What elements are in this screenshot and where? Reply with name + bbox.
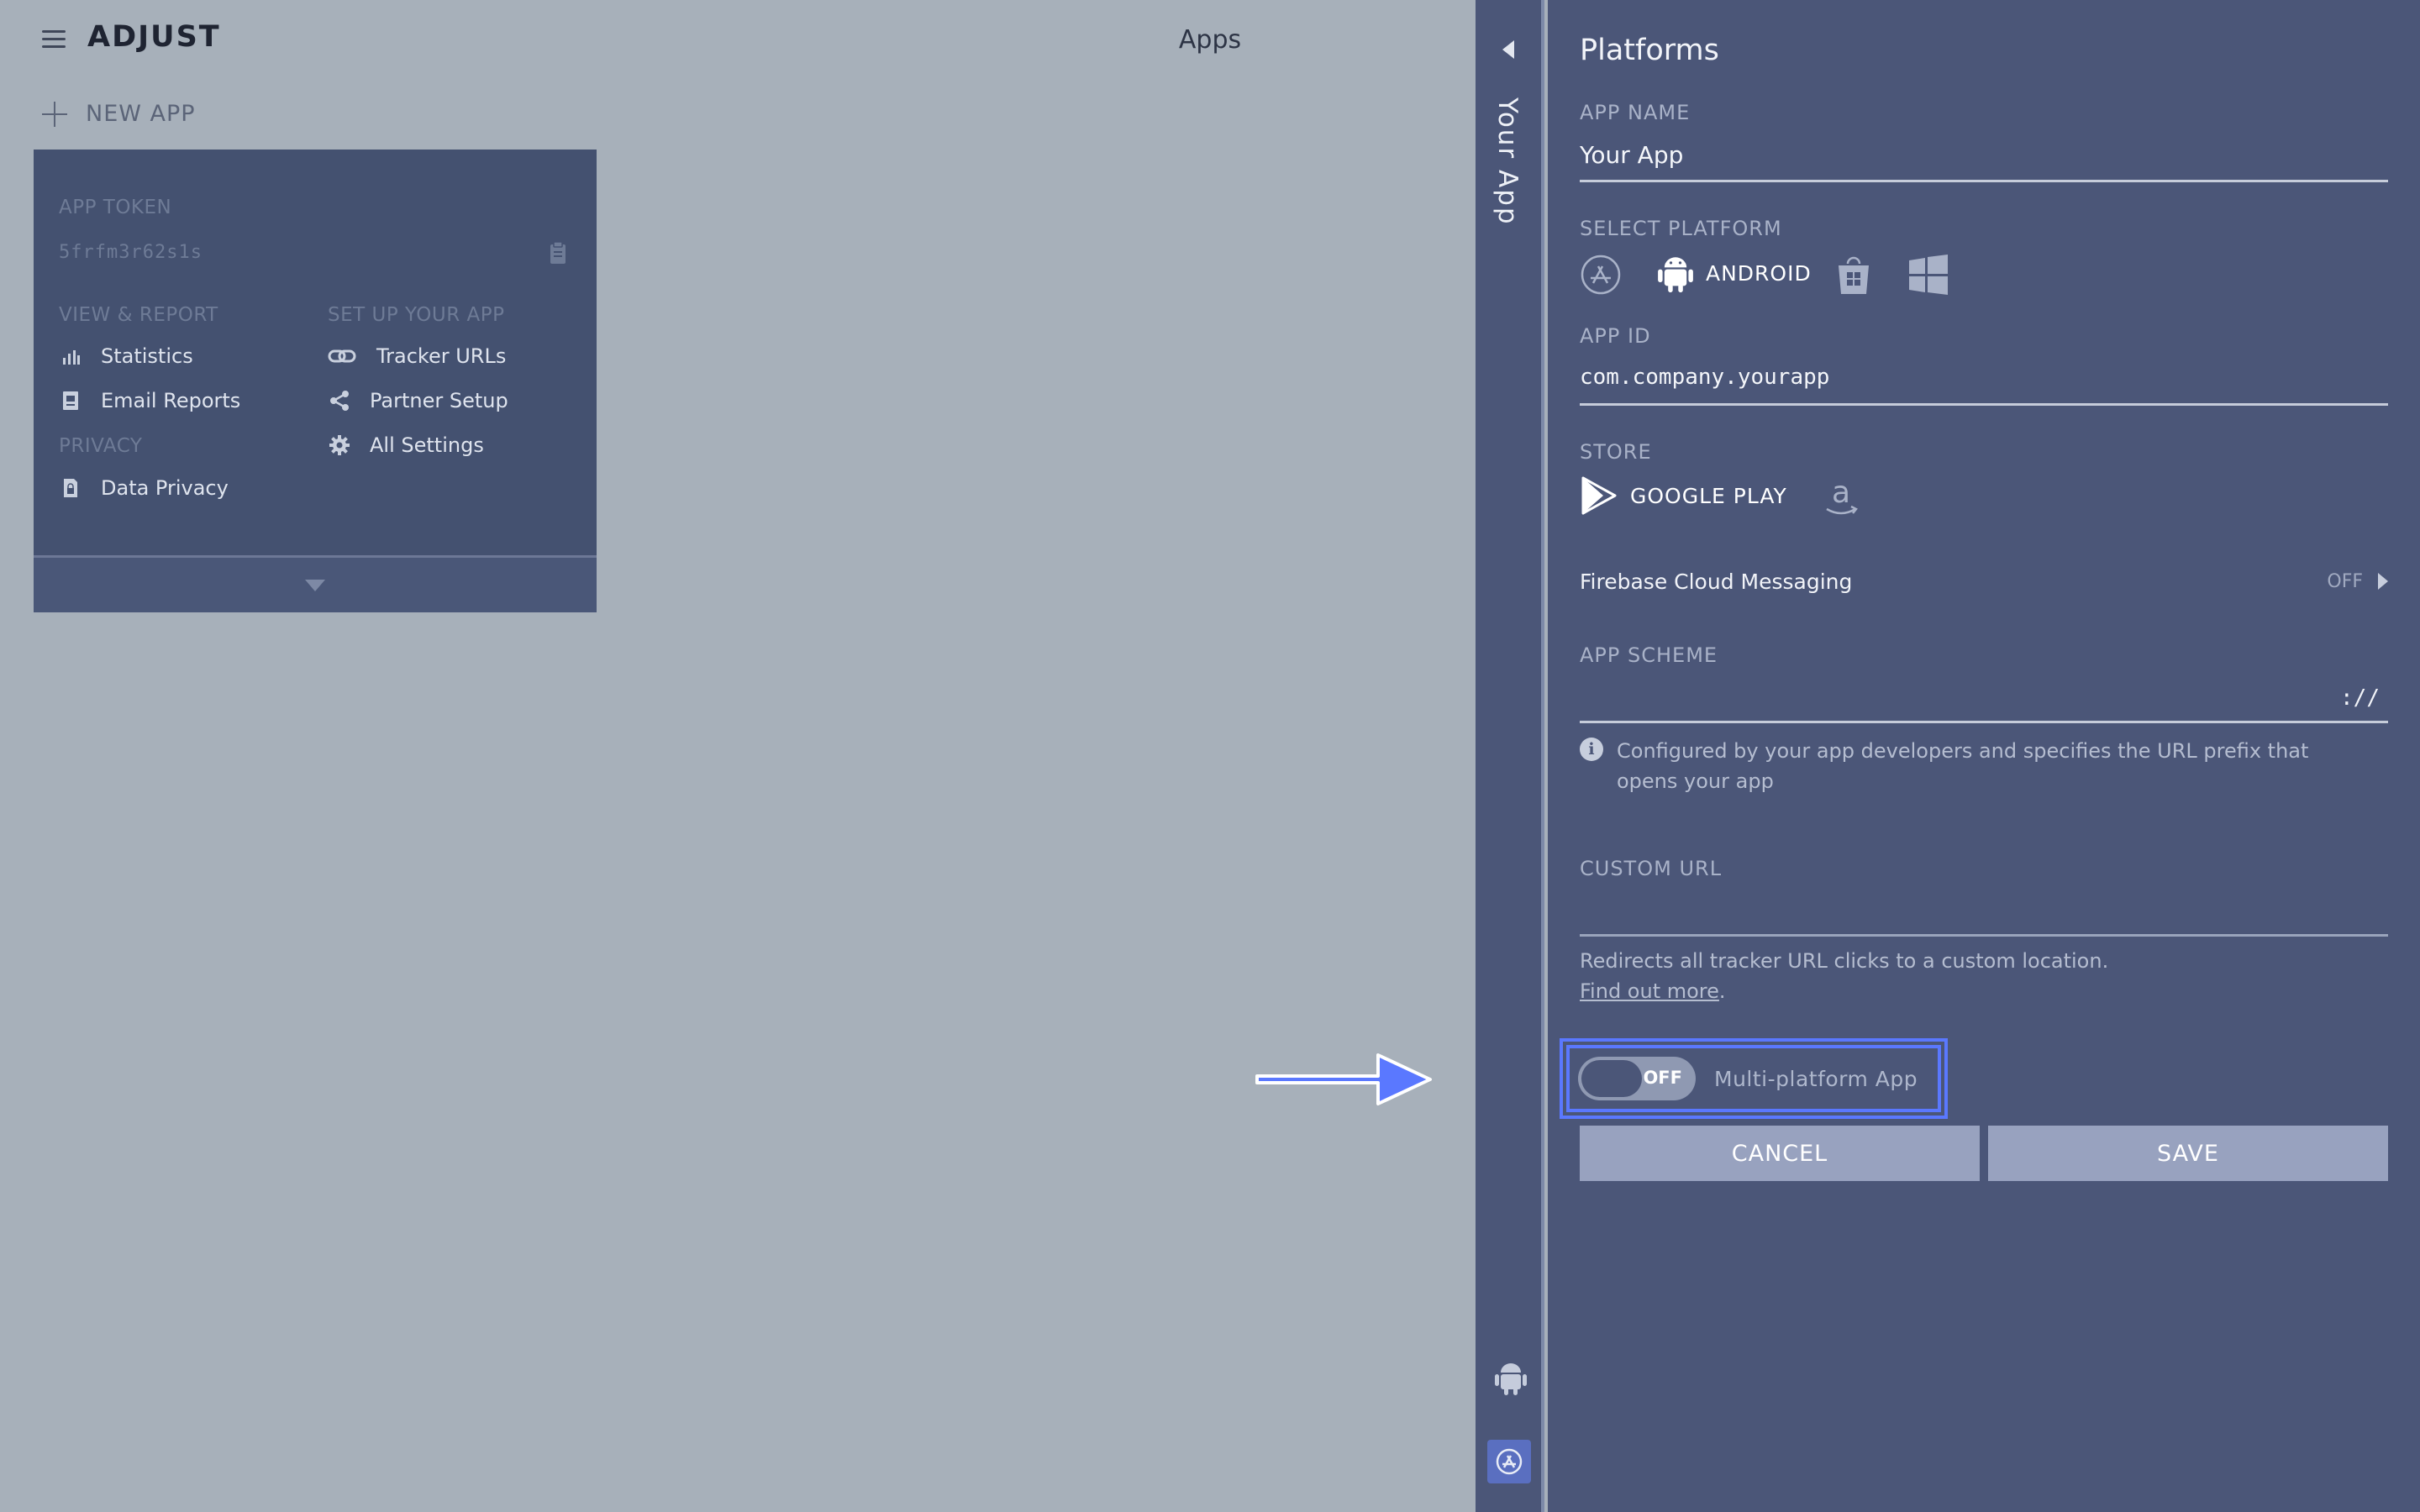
expand-card-button[interactable] xyxy=(34,555,597,612)
hamburger-menu-icon[interactable] xyxy=(42,29,66,49)
partner-setup-label: Partner Setup xyxy=(370,389,508,412)
app-scheme-label: APP SCHEME xyxy=(1580,643,1718,667)
app-name-input[interactable]: Your App xyxy=(1580,141,1683,169)
document-lock-icon xyxy=(59,476,82,500)
panel-title: Platforms xyxy=(1580,34,1719,67)
info-icon: i xyxy=(1580,738,1603,761)
tracker-urls-label: Tracker URLs xyxy=(376,344,507,368)
report-icon xyxy=(59,389,82,412)
app-store-icon xyxy=(1496,1448,1523,1475)
store-label: STORE xyxy=(1580,440,1652,464)
page-title: Apps xyxy=(1178,25,1242,55)
bar-chart-icon xyxy=(59,344,82,368)
app-scheme-info-text: Configured by your app developers and sp… xyxy=(1617,739,2309,793)
save-button[interactable]: SAVE xyxy=(1988,1126,2388,1181)
app-id-input[interactable]: com.company.yourapp xyxy=(1580,365,1829,390)
ios-platform-icon[interactable] xyxy=(1580,254,1622,296)
android-platform-label: ANDROID xyxy=(1706,260,1812,286)
annotation-arrow xyxy=(1255,1053,1432,1105)
cancel-button[interactable]: CANCEL xyxy=(1580,1126,1980,1181)
chevron-down-icon xyxy=(305,580,325,591)
statistics-link[interactable]: Statistics xyxy=(59,344,193,368)
app-store-rail-button[interactable] xyxy=(1487,1440,1531,1483)
all-settings-link[interactable]: All Settings xyxy=(328,433,484,457)
toggle-knob xyxy=(1581,1060,1642,1097)
app-id-underline xyxy=(1580,403,2388,406)
clipboard-icon[interactable] xyxy=(548,240,568,265)
share-nodes-icon xyxy=(328,389,351,412)
rail-app-title: Your App xyxy=(1492,97,1523,226)
find-out-more-link[interactable]: Find out more xyxy=(1580,979,1719,1003)
custom-url-help: Redirects all tracker URL clicks to a cu… xyxy=(1580,946,2388,1006)
windows-icon[interactable] xyxy=(1907,254,1949,296)
gear-icon xyxy=(328,433,351,457)
app-scheme-suffix: :// xyxy=(2340,685,2380,711)
custom-url-input[interactable] xyxy=(1580,892,2388,934)
link-chain-icon xyxy=(328,344,358,368)
view-report-label: VIEW & REPORT xyxy=(59,304,218,326)
app-token-value: 5frfm3r62s1s xyxy=(59,242,203,263)
platforms-panel: Platforms APP NAME Your App SELECT PLATF… xyxy=(1548,0,2420,1512)
app-id-label: APP ID xyxy=(1580,324,1651,348)
plus-icon xyxy=(42,101,67,127)
multiplatform-highlight: OFF Multi-platform App xyxy=(1560,1038,1948,1119)
app-scheme-info: i Configured by your app developers and … xyxy=(1580,736,2373,796)
custom-url-help-text: Redirects all tracker URL clicks to a cu… xyxy=(1580,949,2109,973)
email-reports-label: Email Reports xyxy=(101,389,241,412)
new-app-label: NEW APP xyxy=(86,101,196,127)
chevron-right-icon xyxy=(2378,573,2388,590)
app-card: APP TOKEN 5frfm3r62s1s VIEW & REPORT SET… xyxy=(34,150,597,612)
adjust-logo: ADJUST xyxy=(87,20,221,54)
multiplatform-toggle[interactable]: OFF xyxy=(1578,1057,1696,1100)
app-token-label: APP TOKEN xyxy=(59,197,172,218)
all-settings-label: All Settings xyxy=(370,433,484,457)
fcm-label: Firebase Cloud Messaging xyxy=(1580,569,1853,594)
custom-url-label: CUSTOM URL xyxy=(1580,857,1723,880)
setup-label: SET UP YOUR APP xyxy=(328,304,505,326)
collapse-panel-icon[interactable] xyxy=(1502,40,1514,59)
privacy-label: PRIVACY xyxy=(59,435,143,457)
find-out-more-period: . xyxy=(1718,979,1726,1003)
android-icon[interactable] xyxy=(1494,1359,1528,1396)
google-play-icon xyxy=(1581,476,1617,515)
toggle-state: OFF xyxy=(1643,1068,1682,1088)
android-platform-option[interactable]: ANDROID xyxy=(1657,252,1812,294)
tracker-urls-link[interactable]: Tracker URLs xyxy=(328,344,506,368)
windows-store-icon[interactable] xyxy=(1835,254,1872,296)
amazon-store-icon[interactable]: a xyxy=(1820,475,1862,519)
side-rail: Your App xyxy=(1476,0,1544,1512)
app-name-underline xyxy=(1580,180,2388,182)
android-icon xyxy=(1658,257,1693,293)
new-app-button[interactable]: NEW APP xyxy=(42,101,196,127)
google-play-option[interactable]: GOOGLE PLAY xyxy=(1580,475,1787,516)
firebase-cloud-messaging-row[interactable]: Firebase Cloud Messaging OFF xyxy=(1580,564,2388,598)
multiplatform-label: Multi-platform App xyxy=(1714,1066,1918,1091)
fcm-state: OFF xyxy=(2327,570,2363,592)
email-reports-link[interactable]: Email Reports xyxy=(59,389,240,412)
custom-url-underline xyxy=(1580,934,2388,937)
google-play-label: GOOGLE PLAY xyxy=(1630,483,1787,508)
data-privacy-link[interactable]: Data Privacy xyxy=(59,476,229,500)
data-privacy-label: Data Privacy xyxy=(101,476,229,500)
app-name-label: APP NAME xyxy=(1580,101,1691,124)
partner-setup-link[interactable]: Partner Setup xyxy=(328,389,508,412)
app-scheme-underline xyxy=(1580,721,2388,723)
app-scheme-input[interactable]: :// xyxy=(1580,682,2388,719)
svg-text:a: a xyxy=(1832,475,1850,510)
statistics-label: Statistics xyxy=(101,344,193,368)
select-platform-label: SELECT PLATFORM xyxy=(1580,217,1782,240)
